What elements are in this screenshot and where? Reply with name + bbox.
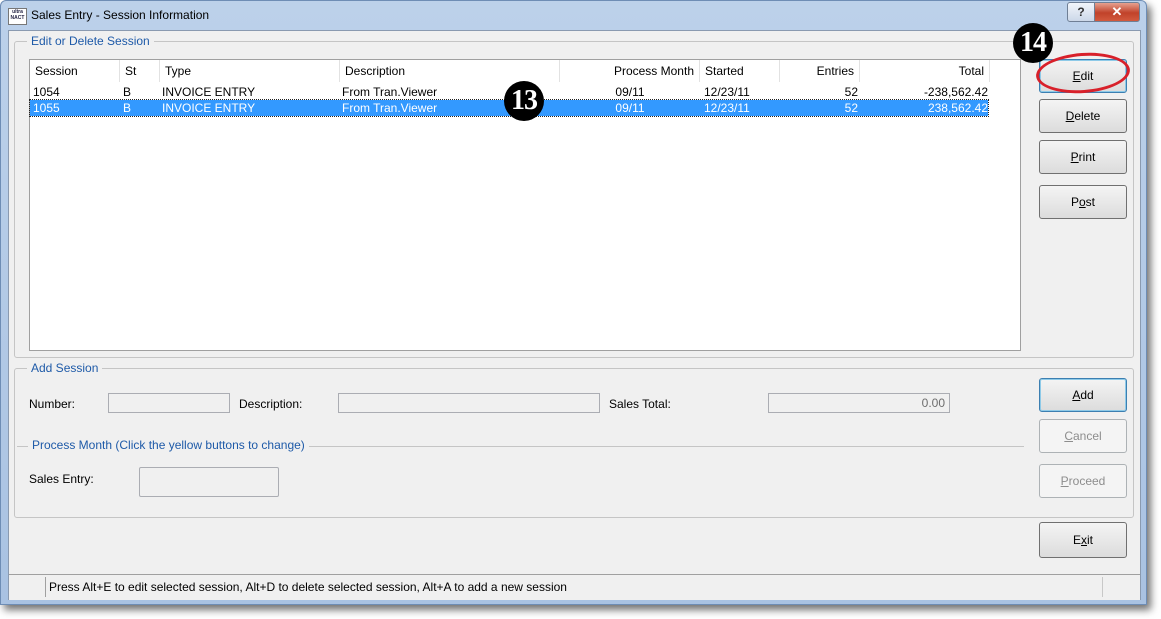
column-header-st[interactable]: St — [120, 60, 160, 82]
column-header-started[interactable]: Started — [700, 60, 780, 82]
edit-delete-session-legend: Edit or Delete Session — [27, 34, 154, 48]
cell-started: 12/23/11 — [704, 85, 750, 99]
session-list-header: Session St Type Description Process Mont… — [30, 60, 1020, 82]
column-header-entries[interactable]: Entries — [780, 60, 860, 82]
column-header-description[interactable]: Description — [340, 60, 560, 82]
cell-type: INVOICE ENTRY — [162, 85, 256, 99]
client-area: Edit or Delete Session Session St Type D… — [8, 30, 1141, 600]
status-bar: Press Alt+E to edit selected session, Al… — [9, 574, 1140, 600]
print-button[interactable]: Print — [1039, 140, 1127, 174]
number-label: Number: — [29, 397, 76, 411]
column-header-session[interactable]: Session — [30, 60, 120, 82]
cell-entries: 52 — [844, 85, 858, 99]
column-header-total[interactable]: Total — [860, 60, 990, 82]
description-label: Description: — [239, 397, 303, 411]
cell-started: 12/23/11 — [704, 101, 750, 115]
sales-entry-window: ultra NACT Sales Entry - Session Informa… — [0, 0, 1147, 605]
close-button[interactable]: ✕ — [1094, 2, 1140, 22]
add-session-legend: Add Session — [27, 361, 103, 375]
status-bar-text: Press Alt+E to edit selected session, Al… — [45, 577, 1103, 597]
cell-description: From Tran.Viewer — [342, 101, 438, 115]
cell-type: INVOICE ENTRY — [162, 101, 256, 115]
column-header-type[interactable]: Type — [160, 60, 340, 82]
window-title: Sales Entry - Session Information — [31, 8, 210, 22]
cell-total: 238,562.42 — [927, 101, 988, 115]
step-14-callout: 14 — [1013, 23, 1053, 63]
column-header-process-month[interactable]: Process Month — [560, 60, 700, 82]
cell-st: B — [123, 85, 132, 99]
cell-entries: 52 — [844, 101, 858, 115]
exit-button[interactable]: Exit — [1039, 522, 1127, 558]
cell-description: From Tran.Viewer — [342, 85, 438, 99]
process-month-legend: Process Month (Click the yellow buttons … — [28, 438, 309, 452]
add-button[interactable]: Add — [1039, 378, 1127, 412]
sales-total-label: Sales Total: — [609, 397, 671, 411]
step-13-callout: 13 — [504, 81, 544, 121]
cell-session: 1054 — [33, 85, 60, 99]
post-button[interactable]: Post — [1039, 185, 1127, 219]
cell-process-month: 09/11 — [615, 85, 645, 99]
cell-total: -238,562.42 — [923, 85, 988, 99]
description-input[interactable] — [338, 393, 600, 413]
cell-st: B — [123, 101, 132, 115]
cancel-button[interactable]: Cancel — [1039, 419, 1127, 453]
delete-button[interactable]: Delete — [1039, 99, 1127, 133]
cell-session: 1055 — [33, 101, 60, 115]
help-button[interactable]: ? — [1067, 2, 1095, 22]
proceed-button[interactable]: Proceed — [1039, 464, 1127, 498]
sales-entry-month-button[interactable] — [139, 467, 279, 497]
sales-entry-label: Sales Entry: — [29, 472, 94, 486]
number-input[interactable] — [108, 393, 230, 413]
cell-process-month: 09/11 — [615, 101, 645, 115]
app-icon: ultra NACT — [8, 8, 27, 25]
sales-total-input[interactable] — [768, 393, 950, 413]
title-bar[interactable]: ultra NACT Sales Entry - Session Informa… — [1, 1, 1146, 30]
